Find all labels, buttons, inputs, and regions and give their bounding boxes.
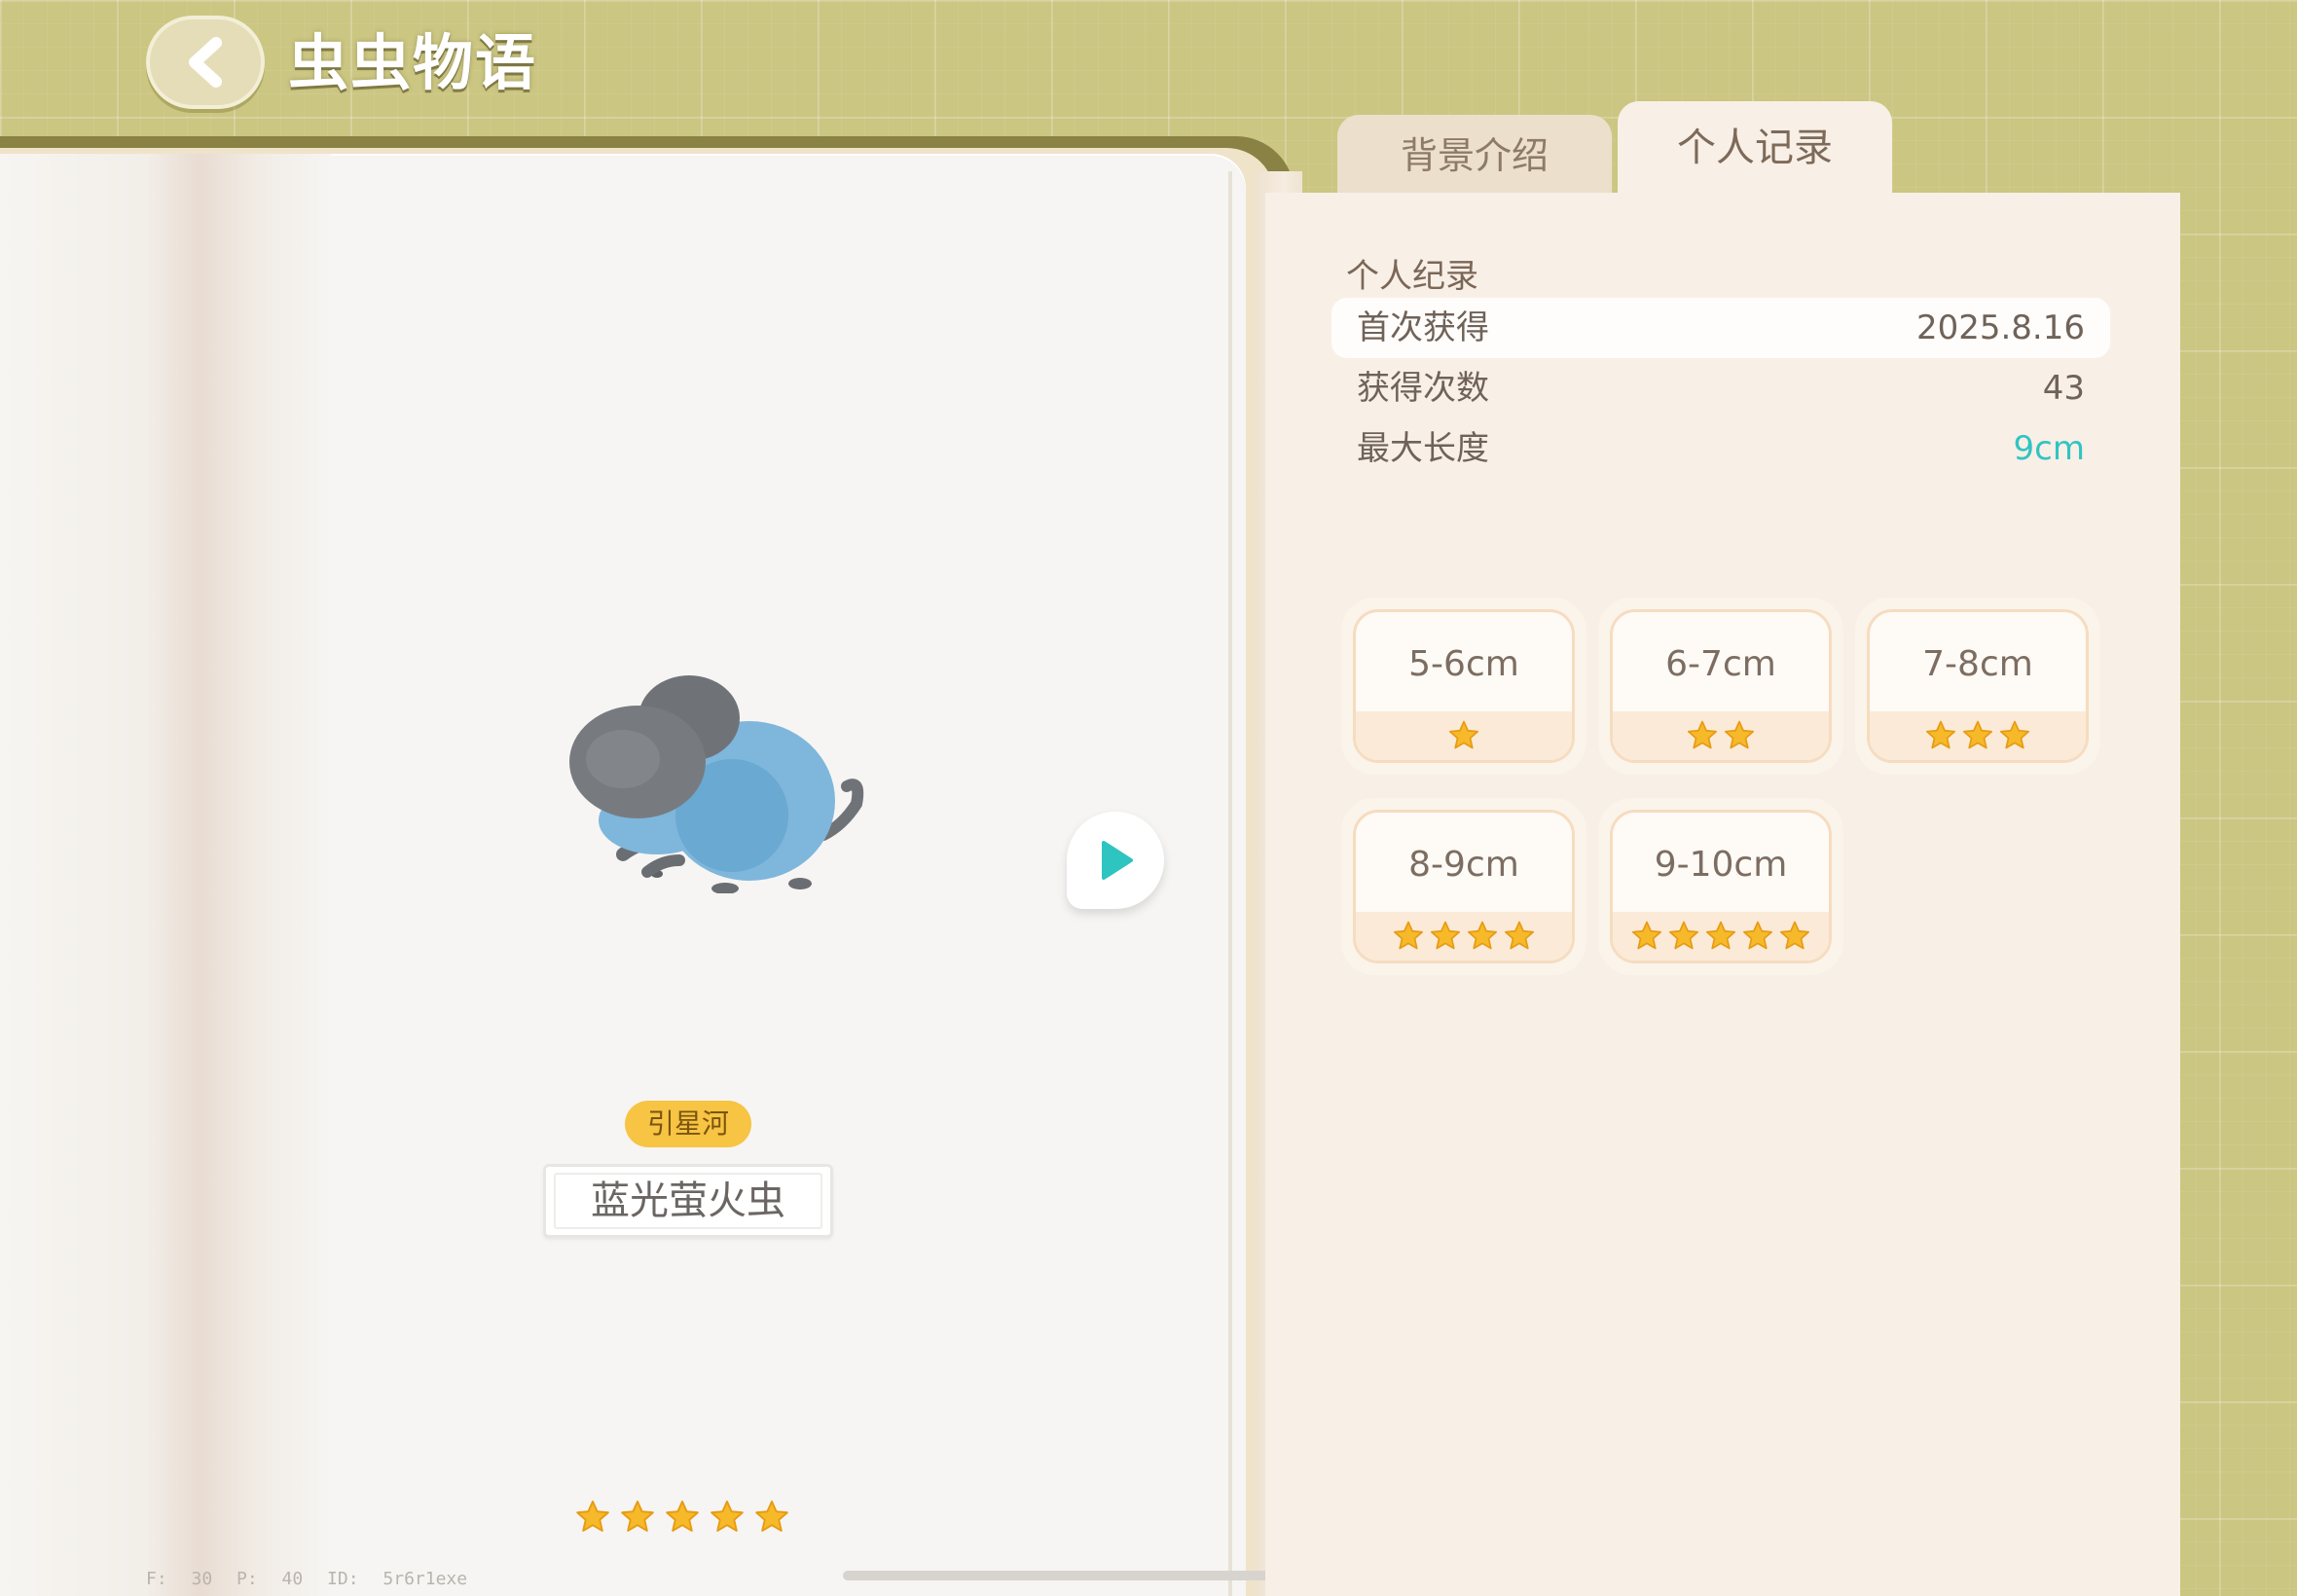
- star-icon: [1999, 720, 2030, 749]
- star-icon: [576, 1500, 609, 1532]
- tab-personal-record-label: 个人记录: [1677, 126, 1833, 170]
- tab-background[interactable]: 背景介绍: [1337, 115, 1612, 195]
- insect-name: 蓝光萤火虫: [591, 1179, 785, 1223]
- rarity-stars: [574, 1499, 798, 1542]
- size-tier-stars: [1356, 912, 1572, 961]
- star-icon: [1448, 720, 1479, 749]
- next-insect-button[interactable]: [1067, 812, 1164, 909]
- location-badge: 引星河: [625, 1101, 751, 1147]
- record-label: 首次获得: [1357, 308, 1489, 347]
- tab-background-label: 背景介绍: [1400, 134, 1549, 177]
- star-icon: [1705, 921, 1736, 950]
- back-button[interactable]: [146, 16, 265, 109]
- insect-model: [569, 675, 864, 893]
- record-row-max-length: 最大长度 9cm: [1331, 418, 2110, 479]
- star-icon: [1393, 921, 1424, 950]
- star-icon: [621, 1500, 654, 1532]
- record-section-title: 个人纪录: [1346, 257, 1478, 296]
- star-icon: [1668, 921, 1699, 950]
- star-icon: [1724, 720, 1755, 749]
- tab-personal-record[interactable]: 个人记录: [1618, 101, 1892, 195]
- debug-info: F: 30 P: 40 ID: 5r6r1exe: [146, 1569, 468, 1589]
- star-icon: [1779, 921, 1810, 950]
- insect-name-plate: 蓝光萤火虫: [543, 1164, 833, 1238]
- star-icon: [1467, 921, 1498, 950]
- size-tier-card: 5-6cm: [1341, 598, 1586, 775]
- size-tier-stars: [1870, 711, 2086, 760]
- record-label: 获得次数: [1357, 369, 1489, 408]
- size-tier-frame: 8-9cm: [1353, 810, 1575, 963]
- star-icon: [1504, 921, 1535, 950]
- star-icon: [1742, 921, 1773, 950]
- star-icon: [666, 1500, 699, 1532]
- size-tier-label: 7-8cm: [1922, 644, 2033, 684]
- size-tier-card: 9-10cm: [1598, 798, 1843, 975]
- size-tier-frame: 6-7cm: [1610, 609, 1832, 763]
- size-tier-frame: 9-10cm: [1610, 810, 1832, 963]
- star-icon: [1631, 921, 1662, 950]
- size-tier-label: 5-6cm: [1408, 644, 1519, 684]
- play-icon: [1102, 841, 1133, 880]
- size-tier-stars: [1613, 711, 1829, 760]
- page-edge: [1228, 171, 1232, 1596]
- record-value: 43: [2042, 369, 2085, 408]
- size-tier-frame: 7-8cm: [1867, 609, 2089, 763]
- page-title: 虫虫物语: [288, 27, 538, 98]
- size-tier-stars: [1356, 711, 1572, 760]
- size-tier-frame: 5-6cm: [1353, 609, 1575, 763]
- star-icon: [711, 1500, 744, 1532]
- size-tier-card: 8-9cm: [1341, 798, 1586, 975]
- star-icon: [1430, 921, 1461, 950]
- size-tier-label: 8-9cm: [1408, 845, 1519, 885]
- size-tier-label: 6-7cm: [1665, 644, 1776, 684]
- record-row-first-obtained: 首次获得 2025.8.16: [1331, 298, 2110, 358]
- size-tier-stars: [1613, 912, 1829, 961]
- size-tier-card: 6-7cm: [1598, 598, 1843, 775]
- size-tier-card: 7-8cm: [1855, 598, 2100, 775]
- star-icon: [755, 1500, 788, 1532]
- book-gutter: [0, 154, 331, 1596]
- record-value: 9cm: [2013, 429, 2085, 468]
- chevron-left-icon: [189, 37, 222, 88]
- record-label: 最大长度: [1357, 429, 1489, 468]
- record-row-obtain-count: 获得次数 43: [1331, 358, 2110, 418]
- star-icon: [1925, 720, 1956, 749]
- record-value: 2025.8.16: [1915, 308, 2085, 347]
- star-icon: [1962, 720, 1993, 749]
- star-icon: [1687, 720, 1718, 749]
- size-tier-label: 9-10cm: [1654, 845, 1788, 885]
